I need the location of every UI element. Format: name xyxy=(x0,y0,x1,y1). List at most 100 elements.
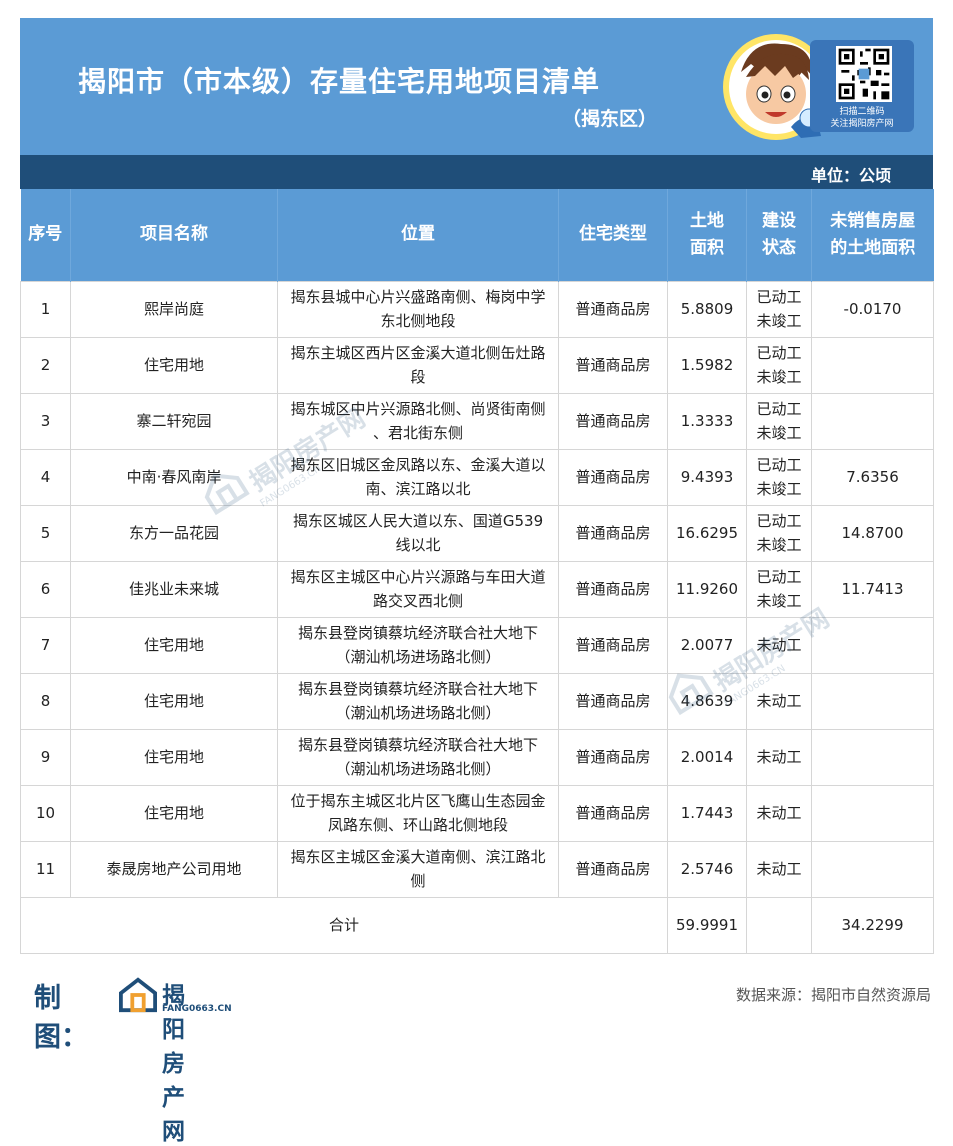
header-status-line1: 建设 xyxy=(762,210,796,231)
cell-no: 8 xyxy=(20,673,71,730)
cell-status: 已动工 未竣工 xyxy=(746,561,812,618)
cell-location-line2: 路交叉西北侧 xyxy=(372,591,463,610)
table-row: 5 东方一品花园 揭东区城区人民大道以东、国道G539 线以北 普通商品房 16.6295… xyxy=(20,505,934,562)
cell-location-line1: 揭东县登岗镇蔡坑经济联合社大地下 xyxy=(297,680,538,699)
cell-unsold: -0.0170 xyxy=(811,281,934,338)
total-status-empty xyxy=(746,897,812,954)
cell-area: 2.0014 xyxy=(667,729,747,786)
cell-status-line1: 已动工 xyxy=(756,512,802,531)
cell-no: 11 xyxy=(20,841,71,898)
cell-location-line1: 揭东区主城区中心片兴源路与车田大道 xyxy=(290,568,546,587)
header-status: 建设 状态 xyxy=(746,189,812,282)
cell-type: 普通商品房 xyxy=(558,841,668,898)
cell-location-line2: 南、滨江路以北 xyxy=(365,479,471,498)
cell-name: 熙岸尚庭 xyxy=(70,281,278,338)
cell-area: 9.4393 xyxy=(667,449,747,506)
cell-location-line2: （潮汕机场进场路北侧） xyxy=(335,759,501,778)
header-no: 序号 xyxy=(20,189,71,282)
cell-no: 10 xyxy=(20,785,71,842)
cell-name: 住宅用地 xyxy=(70,785,278,842)
cell-status-line2: 未竣工 xyxy=(756,423,802,442)
cell-type: 普通商品房 xyxy=(558,561,668,618)
table-row: 7 住宅用地 揭东县登岗镇蔡坑经济联合社大地下 （潮汕机场进场路北侧） 普通商品房 2.0… xyxy=(20,617,934,674)
header-location: 位置 xyxy=(277,189,559,282)
cell-status: 已动工 未竣工 xyxy=(746,393,812,450)
cell-status-line1: 已动工 xyxy=(756,288,802,307)
land-project-table: 序号 项目名称 位置 住宅类型 土地 面积 建设 状态 未销售房屋 的土地面积 … xyxy=(20,189,934,954)
cell-location: 位于揭东主城区北片区飞鹰山生态园金 凤路东侧、环山路北侧地段 xyxy=(277,785,559,842)
cell-status-line2: 未竣工 xyxy=(756,311,802,330)
footer-logo-domain: FANG0663.CN xyxy=(162,1004,232,1014)
cell-name: 中南·春风南岸 xyxy=(70,449,278,506)
table-row: 1 熙岸尚庭 揭东县城中心片兴盛路南侧、梅岗中学 东北侧地段 普通商品房 5.8809 已动… xyxy=(20,281,934,338)
cell-location: 揭东区主城区金溪大道南侧、滨江路北侧 xyxy=(277,841,559,898)
table-row: 11 泰晟房地产公司用地 揭东区主城区金溪大道南侧、滨江路北侧普通商品房 2.5746… xyxy=(20,841,934,898)
qr-code-panel[interactable]: 扫描二维码 关注揭阳房产网 xyxy=(810,40,914,132)
cell-name: 住宅用地 xyxy=(70,729,278,786)
cell-location-line2: 凤路东侧、环山路北侧地段 xyxy=(327,815,508,834)
cell-location-line2: （潮汕机场进场路北侧） xyxy=(335,703,501,722)
cell-no: 1 xyxy=(20,281,71,338)
cell-area: 1.7443 xyxy=(667,785,747,842)
header-area-line2: 面积 xyxy=(690,238,724,258)
cell-unsold: 7.6356 xyxy=(811,449,934,506)
header-name: 项目名称 xyxy=(70,189,278,282)
cell-no: 3 xyxy=(20,393,71,450)
cell-unsold xyxy=(811,841,934,898)
cell-unsold: 14.8700 xyxy=(811,505,934,562)
cell-status-line1: 未动工 xyxy=(756,859,802,878)
table-row: 6 佳兆业未来城 揭东区主城区中心片兴源路与车田大道 路交叉西北侧 普通商品房 11.92… xyxy=(20,561,934,618)
cell-status: 已动工 未竣工 xyxy=(746,281,812,338)
cell-location-line1: 揭东县登岗镇蔡坑经济联合社大地下 xyxy=(297,624,538,643)
cell-unsold: 11.7413 xyxy=(811,561,934,618)
cell-status-line2: 未竣工 xyxy=(756,479,802,498)
unit-bar: 单位：公顷 xyxy=(20,155,933,189)
cell-location: 揭东县登岗镇蔡坑经济联合社大地下 （潮汕机场进场路北侧） xyxy=(277,673,559,730)
cell-location-line2: 线以北 xyxy=(395,535,441,554)
cell-status: 已动工 未竣工 xyxy=(746,505,812,562)
cell-status-line2: 未竣工 xyxy=(756,535,802,554)
cell-location-line2: （潮汕机场进场路北侧） xyxy=(335,647,501,666)
cell-area: 1.3333 xyxy=(667,393,747,450)
cell-status: 未动工 xyxy=(746,673,812,730)
cell-unsold xyxy=(811,337,934,394)
cell-name: 佳兆业未来城 xyxy=(70,561,278,618)
cell-location-line1: 揭东区主城区金溪大道南侧、滨江路北 xyxy=(290,848,546,867)
page-title: 揭阳市（市本级）存量住宅用地项目清单 xyxy=(78,65,601,98)
cell-area: 5.8809 xyxy=(667,281,747,338)
cell-type: 普通商品房 xyxy=(558,617,668,674)
cell-location-line1: 揭东县登岗镇蔡坑经济联合社大地下 xyxy=(297,736,538,755)
unit-label: 单位：公顷 xyxy=(810,166,891,185)
page-subtitle: （揭东区） xyxy=(562,108,658,130)
cell-name: 寨二轩宛园 xyxy=(70,393,278,450)
cell-location-line2: 、君北街东侧 xyxy=(372,423,463,442)
cell-type: 普通商品房 xyxy=(558,393,668,450)
cell-name: 住宅用地 xyxy=(70,337,278,394)
cell-status-line1: 已动工 xyxy=(756,568,802,587)
header-unsold-line2: 的土地面积 xyxy=(830,238,916,258)
table-row: 3 寨二轩宛园 揭东城区中片兴源路北侧、尚贤街南侧 、君北街东侧 普通商品房 1.3333… xyxy=(20,393,934,450)
total-area: 59.9991 xyxy=(667,897,747,954)
table-row: 2 住宅用地 揭东主城区西片区金溪大道北侧缶灶路段普通商品房 1.5982 已动工 未竣工 xyxy=(20,337,934,394)
cell-status: 未动工 xyxy=(746,841,812,898)
table-row: 9 住宅用地 揭东县登岗镇蔡坑经济联合社大地下 （潮汕机场进场路北侧） 普通商品房 2.0… xyxy=(20,729,934,786)
cell-location-line1: 揭东县城中心片兴盛路南侧、梅岗中学 xyxy=(290,288,546,307)
cell-status-line1: 已动工 xyxy=(756,400,802,419)
cell-location-line1: 揭东主城区西片区金溪大道北侧缶灶路 xyxy=(290,344,546,363)
cell-status-line1: 未动工 xyxy=(756,803,802,822)
cell-no: 6 xyxy=(20,561,71,618)
cell-status: 未动工 xyxy=(746,729,812,786)
cell-location-line1: 揭东城区中片兴源路北侧、尚贤街南侧 xyxy=(290,400,546,419)
cell-status-line2: 未竣工 xyxy=(756,591,802,610)
cell-location: 揭东县登岗镇蔡坑经济联合社大地下 （潮汕机场进场路北侧） xyxy=(277,617,559,674)
header-unsold-line1: 未销售房屋 xyxy=(830,210,916,231)
cell-name: 住宅用地 xyxy=(70,673,278,730)
cell-location: 揭东城区中片兴源路北侧、尚贤街南侧 、君北街东侧 xyxy=(277,393,559,450)
cell-name: 住宅用地 xyxy=(70,617,278,674)
table-header-row: 序号 项目名称 位置 住宅类型 土地 面积 建设 状态 未销售房屋 的土地面积 xyxy=(20,189,934,282)
cell-no: 9 xyxy=(20,729,71,786)
header-area-line1: 土地 xyxy=(690,210,724,231)
total-unsold: 34.2299 xyxy=(811,897,934,954)
cell-name: 泰晟房地产公司用地 xyxy=(70,841,278,898)
footer-logo-name: 揭阳房产网 xyxy=(162,983,185,1145)
